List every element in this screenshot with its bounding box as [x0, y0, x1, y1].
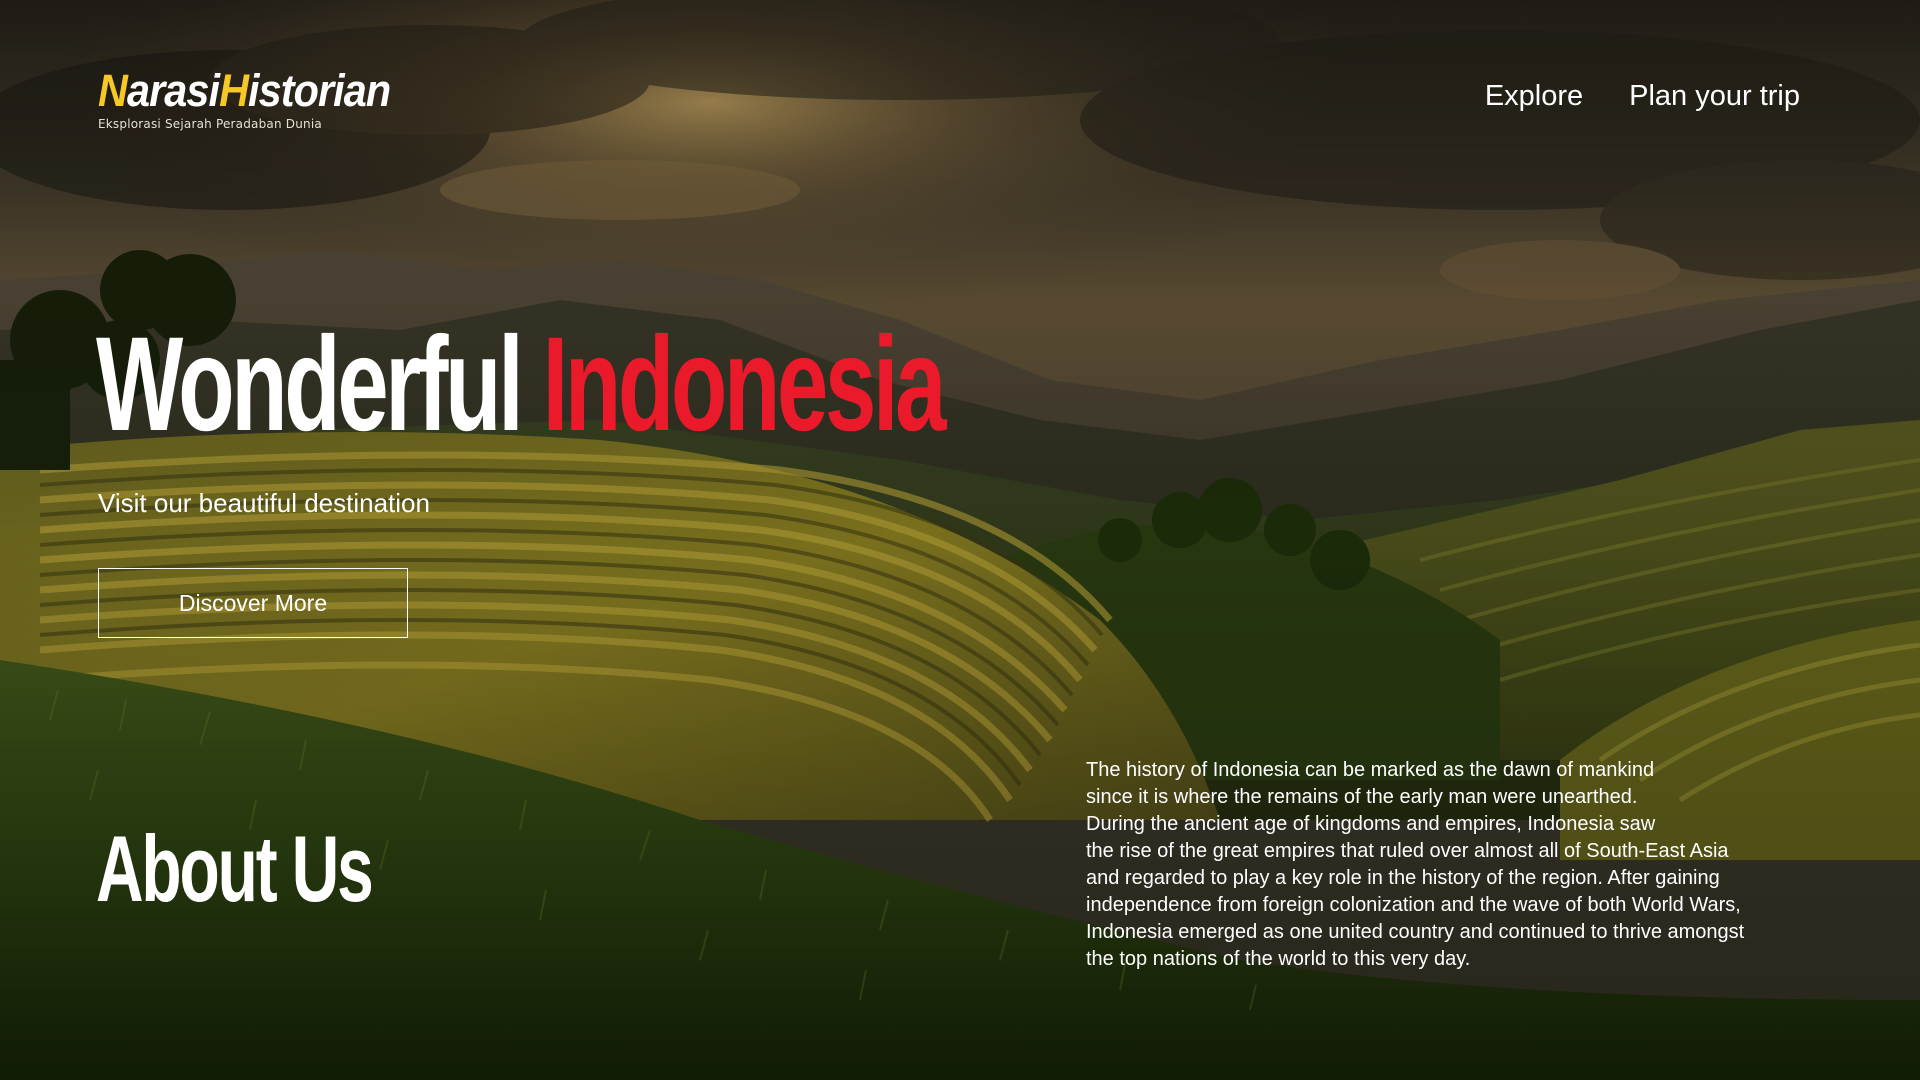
about-line: since it is where the remains of the ear…: [1086, 786, 1638, 808]
hero-title-word-1: Wonderful: [96, 310, 524, 459]
hero-subtitle: Visit our beautiful destination: [98, 488, 430, 518]
discover-more-button[interactable]: Discover More: [98, 568, 408, 638]
main-nav: Explore Plan your trip: [1485, 80, 1800, 113]
about-line: During the ancient age of kingdoms and e…: [1086, 813, 1656, 835]
about-line: the top nations of the world to this ver…: [1086, 948, 1471, 970]
about-line: independence from foreign colonization a…: [1086, 894, 1741, 916]
about-line: the rise of the great empires that ruled…: [1086, 840, 1729, 862]
about-paragraph: The history of Indonesia can be marked a…: [1086, 757, 1846, 973]
about-line: Indonesia emerged as one united country …: [1086, 921, 1745, 943]
about-title: About Us: [96, 816, 374, 921]
about-line: and regarded to play a key role in the h…: [1086, 867, 1720, 889]
brand-name: NarasiHistorian: [98, 65, 391, 116]
brand-tagline: Eksplorasi Sejarah Peradaban Dunia: [98, 117, 322, 131]
nav-plan-trip-link[interactable]: Plan your trip: [1629, 80, 1800, 113]
hero-section: NarasiHistorian Eksplorasi Sejarah Perad…: [0, 0, 1920, 1080]
nav-explore-link[interactable]: Explore: [1485, 80, 1583, 113]
brand-logo[interactable]: NarasiHistorian Eksplorasi Sejarah Perad…: [98, 68, 416, 131]
hero-title-word-2: Indonesia: [542, 310, 947, 459]
about-line: The history of Indonesia can be marked a…: [1086, 759, 1655, 781]
hero-title: Wonderful Indonesia: [96, 318, 947, 452]
